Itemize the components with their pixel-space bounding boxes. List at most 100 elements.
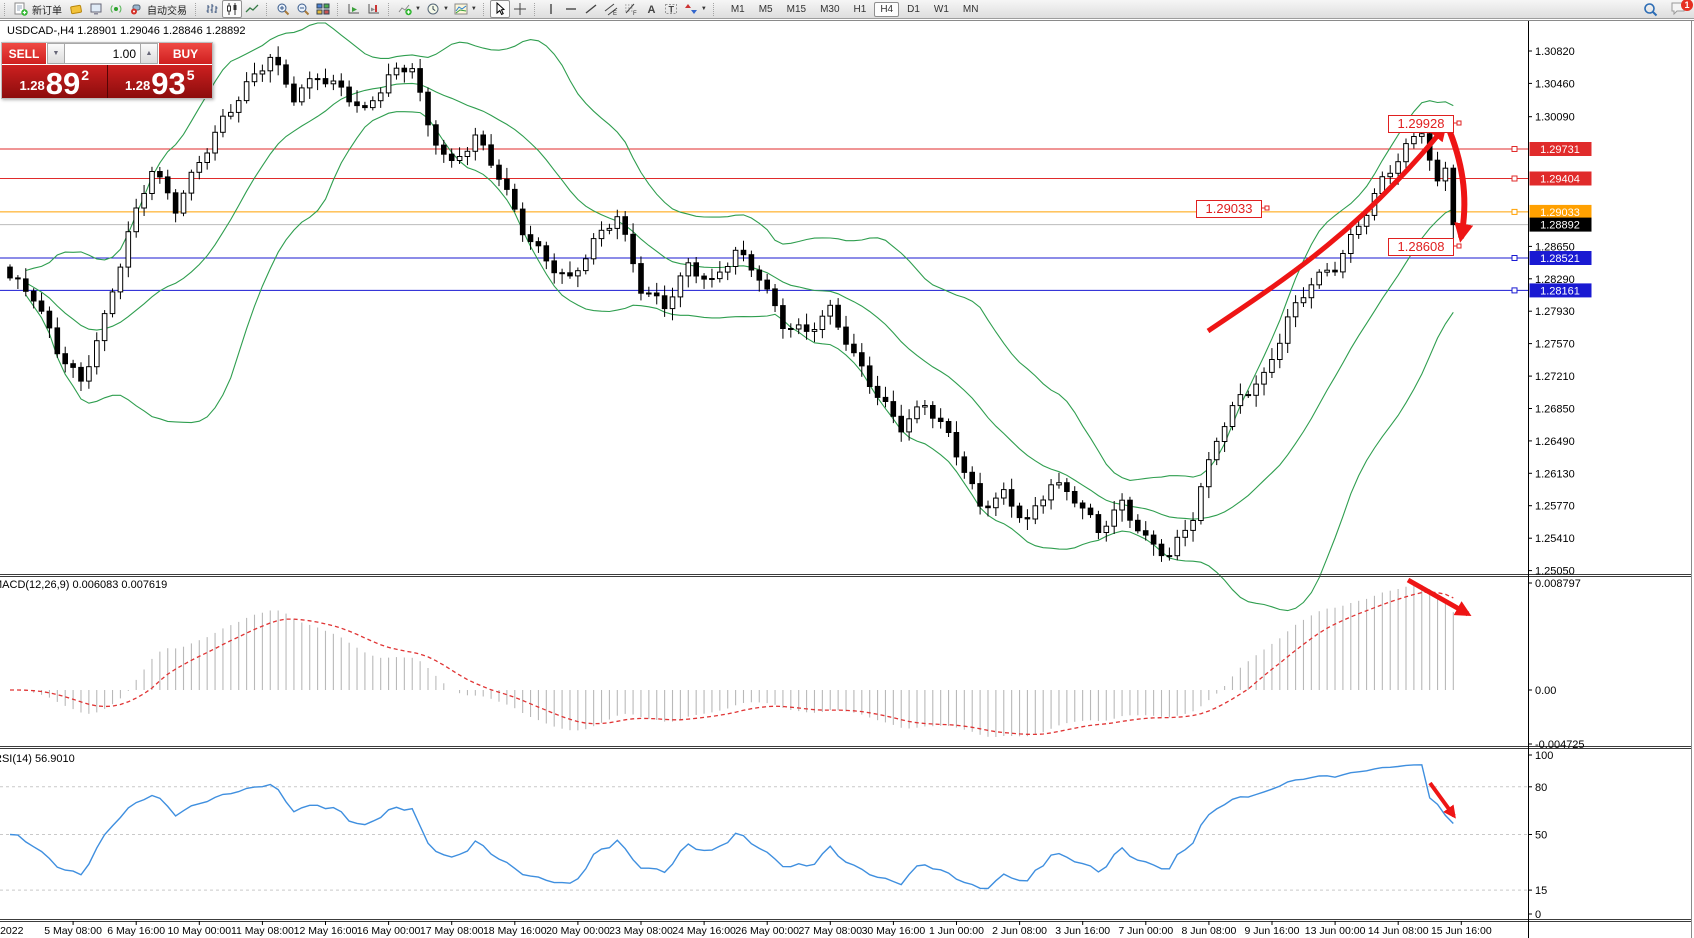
svg-text:24 May 16:00: 24 May 16:00 [672, 925, 736, 937]
new-order-button[interactable]: 新订单 [32, 2, 62, 17]
timeframe-M15[interactable]: M15 [781, 2, 812, 17]
svg-text:1.30460: 1.30460 [1535, 78, 1575, 90]
volume-decrease-button[interactable]: ▼ [47, 43, 65, 64]
svg-text:1.25050: 1.25050 [1535, 566, 1575, 578]
svg-text:16 May 00:00: 16 May 00:00 [357, 925, 421, 937]
svg-text:30 May 16:00: 30 May 16:00 [862, 925, 926, 937]
svg-text:F: F [633, 11, 637, 16]
bar-chart-icon[interactable] [202, 0, 222, 18]
zoom-in-icon[interactable] [273, 0, 293, 18]
indicators-dropdown-caret[interactable]: ▼ [415, 6, 421, 12]
templates-icon[interactable] [451, 0, 471, 18]
svg-text:1.30090: 1.30090 [1535, 112, 1575, 124]
sell-price[interactable]: 1.28 89 2 [2, 65, 107, 98]
svg-text:80: 80 [1535, 782, 1547, 794]
signals-icon[interactable] [106, 0, 126, 18]
price-callout-1.29928[interactable]: 1.29928 [1388, 115, 1454, 133]
horizontal-line-icon[interactable] [561, 0, 581, 18]
sell-button[interactable]: SELL [2, 43, 46, 64]
svg-text:4 May 2022: 4 May 2022 [0, 925, 24, 937]
svg-text:15 Jun 16:00: 15 Jun 16:00 [1431, 925, 1492, 937]
price-callout-1.29033[interactable]: 1.29033 [1196, 200, 1262, 218]
svg-text:1.29033: 1.29033 [1540, 207, 1580, 219]
text-label-icon[interactable]: T [661, 0, 681, 18]
periods-icon[interactable] [423, 0, 443, 18]
svg-text:1.28161: 1.28161 [1540, 285, 1580, 297]
chart-canvas[interactable]: 1.308201.304601.300901.286501.282901.279… [0, 0, 1694, 938]
timeframe-MN[interactable]: MN [957, 2, 985, 17]
terminal-icon[interactable] [86, 0, 106, 18]
svg-text:23 May 08:00: 23 May 08:00 [609, 925, 673, 937]
svg-text:18 May 16:00: 18 May 16:00 [483, 925, 547, 937]
svg-text:A: A [647, 4, 655, 16]
timeframe-M30[interactable]: M30 [814, 2, 845, 17]
timeframe-D1[interactable]: D1 [901, 2, 926, 17]
timeframe-buttons: M1M5M15M30H1H4D1W1MN [724, 2, 986, 17]
svg-text:1.25770: 1.25770 [1535, 501, 1575, 513]
svg-text:26 May 00:00: 26 May 00:00 [735, 925, 799, 937]
chat-icon[interactable]: 1 [1670, 1, 1686, 18]
symbols-icon[interactable] [66, 0, 86, 18]
svg-text:0.008797: 0.008797 [1535, 578, 1581, 590]
notification-badge: 1 [1681, 0, 1693, 11]
svg-text:12 May 16:00: 12 May 16:00 [294, 925, 358, 937]
svg-text:27 May 08:00: 27 May 08:00 [798, 925, 862, 937]
toolbar-grip [388, 3, 391, 16]
svg-text:1.29404: 1.29404 [1540, 174, 1580, 186]
arrows-icon[interactable] [681, 0, 701, 18]
svg-text:50: 50 [1535, 830, 1547, 842]
cursor-icon[interactable] [490, 0, 510, 18]
svg-text:3 Jun 16:00: 3 Jun 16:00 [1055, 925, 1110, 937]
timeframe-M5[interactable]: M5 [753, 2, 779, 17]
svg-text:20 May 00:00: 20 May 00:00 [546, 925, 610, 937]
svg-text:1.28521: 1.28521 [1540, 253, 1580, 265]
toolbar-grip [337, 3, 340, 16]
trendline-icon[interactable] [581, 0, 601, 18]
toolbar-grip [483, 3, 486, 16]
svg-text:8 Jun 08:00: 8 Jun 08:00 [1181, 925, 1236, 937]
toolbar-grip [266, 3, 269, 16]
svg-text:RSI(14) 56.9010: RSI(14) 56.9010 [0, 753, 75, 765]
arrows-dropdown-caret[interactable]: ▼ [701, 6, 707, 12]
auto-trading-icon[interactable] [126, 0, 146, 18]
price-callout-1.28608[interactable]: 1.28608 [1388, 238, 1454, 256]
svg-text:0.00: 0.00 [1535, 685, 1556, 697]
timeframe-H4[interactable]: H4 [874, 2, 899, 17]
templates-dropdown-caret[interactable]: ▼ [471, 6, 477, 12]
volume-increase-button[interactable]: ▲ [140, 43, 158, 64]
chart-shift-icon[interactable] [364, 0, 384, 18]
buy-price-big: 93 [151, 71, 185, 96]
svg-text:1.26850: 1.26850 [1535, 404, 1575, 416]
svg-text:0: 0 [1535, 909, 1541, 921]
vertical-line-icon[interactable] [541, 0, 561, 18]
svg-text:1.27930: 1.27930 [1535, 306, 1575, 318]
indicators-icon[interactable] [395, 0, 415, 18]
svg-text:1.30820: 1.30820 [1535, 46, 1575, 58]
timeframe-W1[interactable]: W1 [928, 2, 955, 17]
new-order-icon[interactable] [11, 0, 31, 18]
fibonacci-icon[interactable]: F [621, 0, 641, 18]
equidistant-channel-icon[interactable]: E [601, 0, 621, 18]
zoom-out-icon[interactable] [293, 0, 313, 18]
timeframe-H1[interactable]: H1 [848, 2, 873, 17]
tile-windows-icon[interactable] [313, 0, 333, 18]
auto-trading-button[interactable]: 自动交易 [147, 2, 187, 17]
toolbar-grip [4, 3, 7, 16]
periods-dropdown-caret[interactable]: ▼ [443, 6, 449, 12]
volume-input[interactable] [65, 43, 140, 64]
text-icon[interactable]: A [641, 0, 661, 18]
search-icon[interactable] [1640, 1, 1660, 19]
svg-text:1.25410: 1.25410 [1535, 533, 1575, 545]
svg-text:1.26130: 1.26130 [1535, 468, 1575, 480]
timeframe-M1[interactable]: M1 [725, 2, 751, 17]
crosshair-icon[interactable] [510, 0, 530, 18]
buy-button[interactable]: BUY [159, 43, 212, 64]
one-click-trading-panel: SELL ▼ ▲ BUY 1.28 89 2 1.28 93 5 [1, 42, 213, 99]
auto-scroll-icon[interactable] [344, 0, 364, 18]
line-chart-icon[interactable] [242, 0, 262, 18]
sell-price-prefix: 1.28 [19, 78, 44, 93]
candlestick-chart-icon[interactable] [222, 0, 242, 18]
sell-price-sup: 2 [81, 67, 89, 83]
svg-text:11 May 08:00: 11 May 08:00 [231, 925, 294, 937]
buy-price[interactable]: 1.28 93 5 [107, 65, 213, 98]
